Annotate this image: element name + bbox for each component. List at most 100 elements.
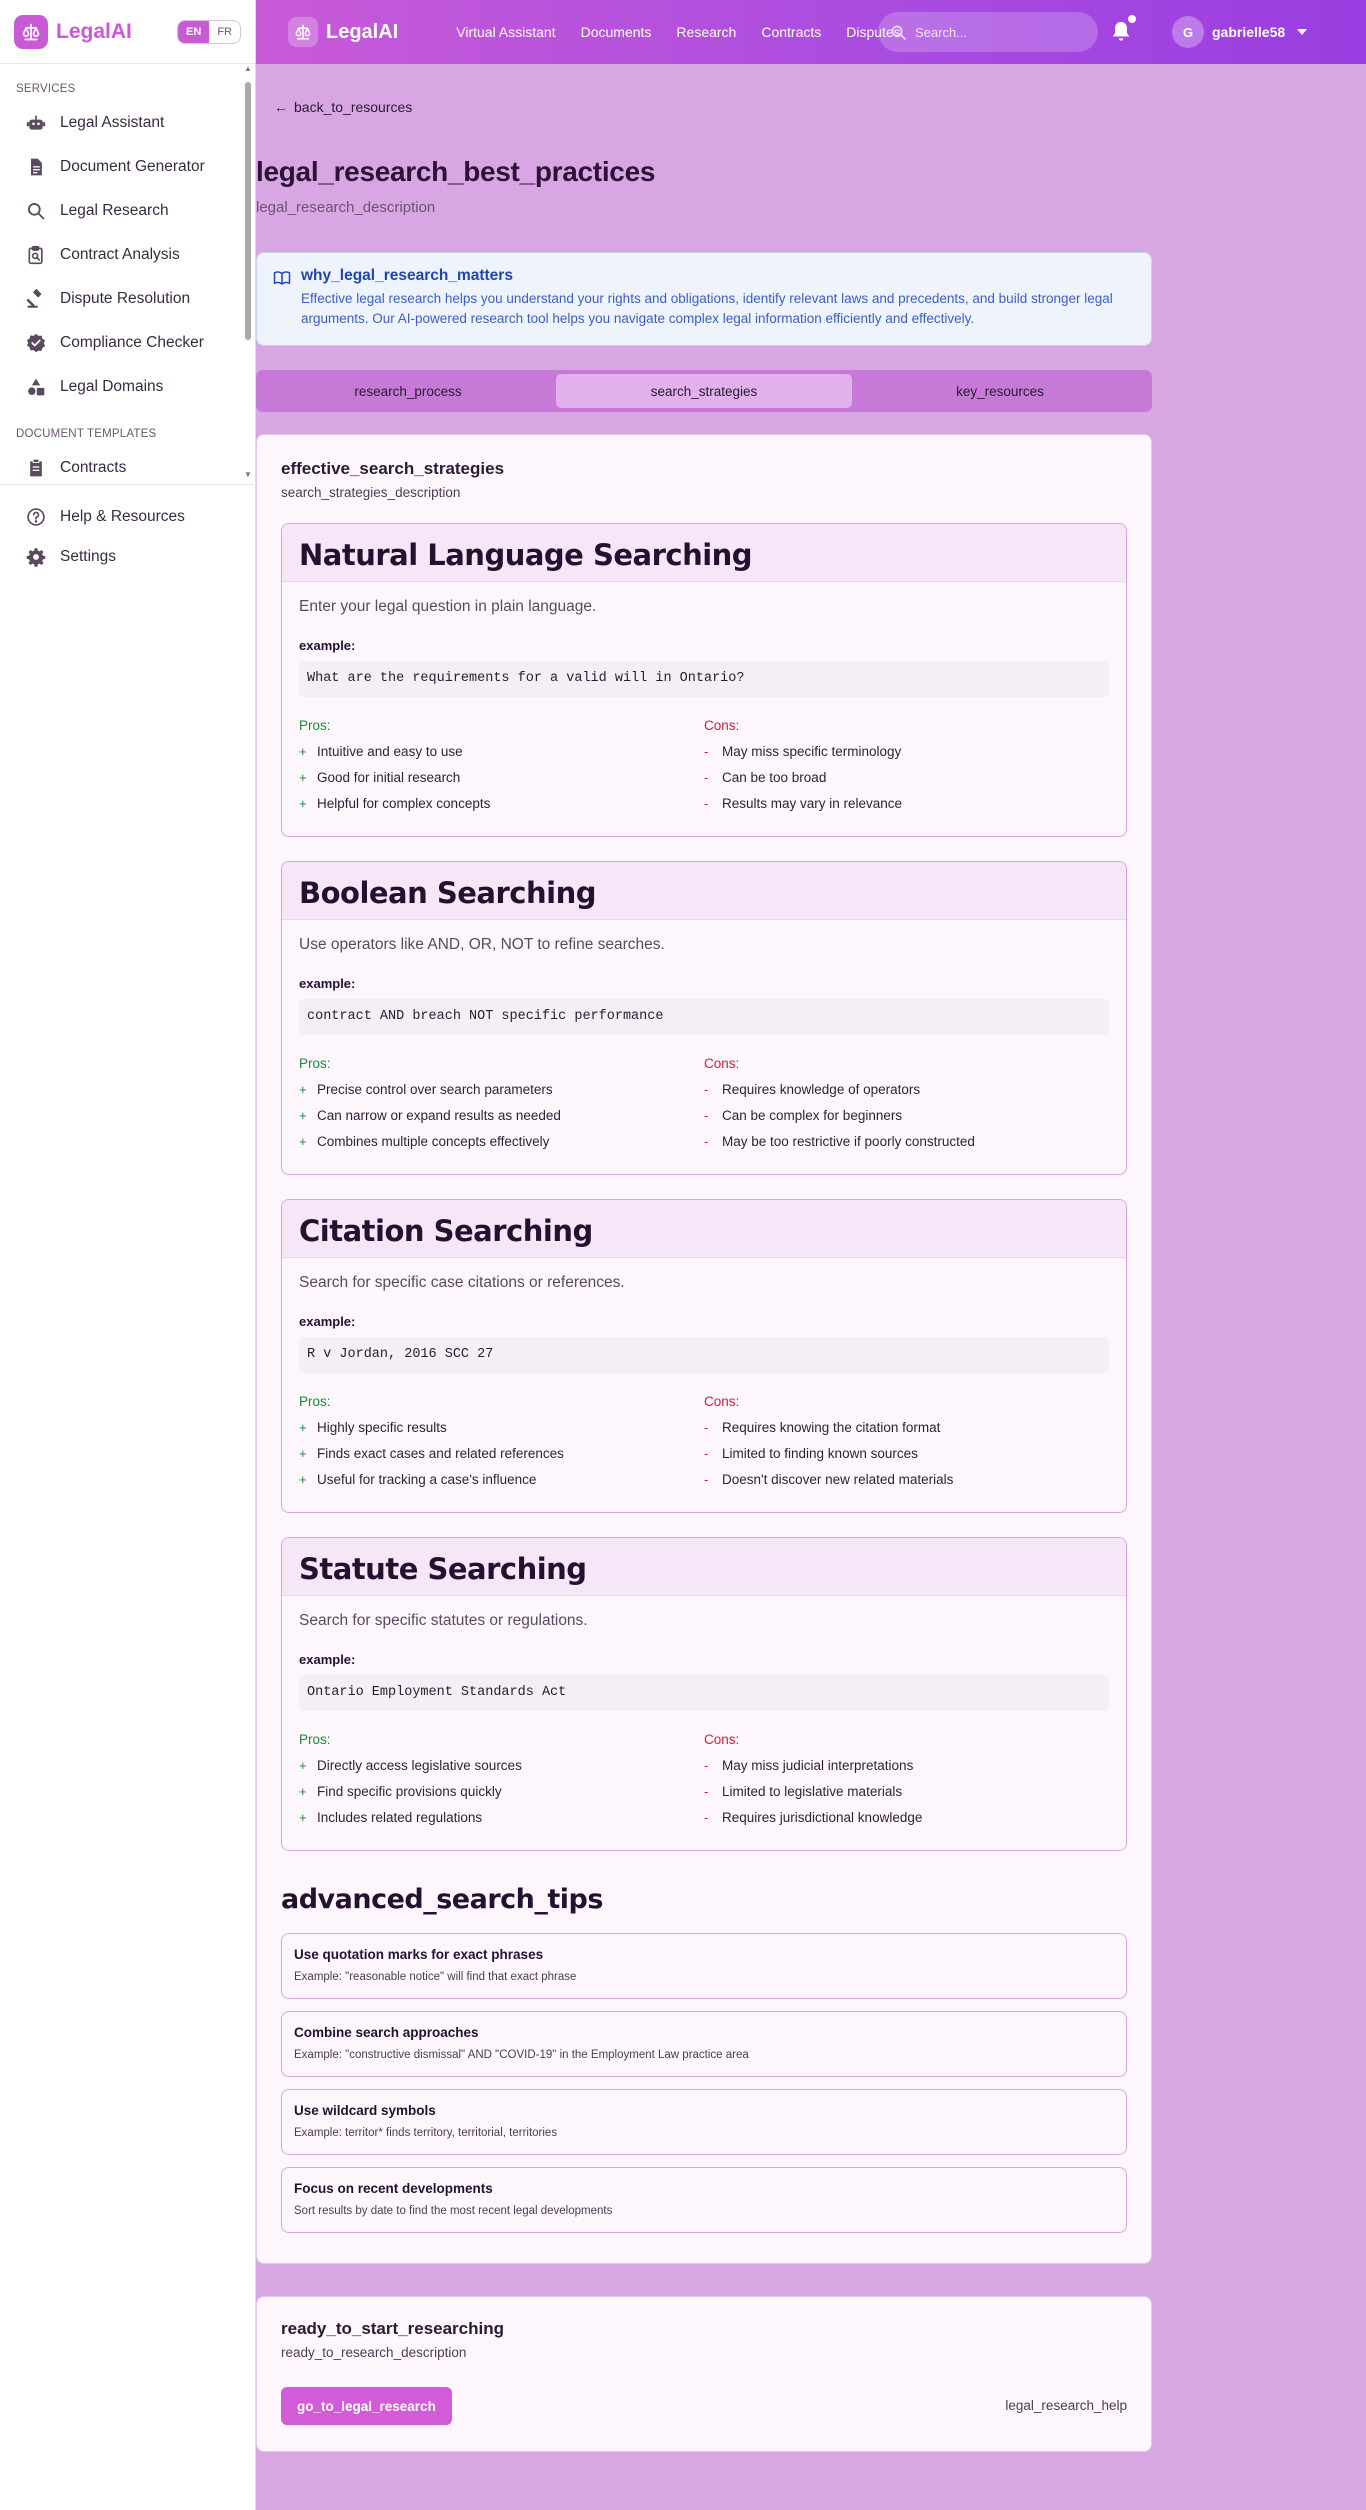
con-item: - Limited to finding known sources (704, 1446, 1109, 1461)
nav-link-documents[interactable]: Documents (581, 24, 652, 40)
sidebar-nav: SERVICES Legal Assistant Document Genera… (0, 64, 256, 484)
sidebar-item-dispute-resolution[interactable]: Dispute Resolution (0, 277, 256, 321)
plus-icon: + (299, 770, 307, 785)
strategy-card-natural-language: Natural Language Searching Enter your le… (281, 523, 1127, 837)
sidebar-item-help-resources[interactable]: Help & Resources (0, 497, 256, 537)
back-link[interactable]: ← back_to_resources (274, 99, 412, 115)
language-toggle: EN FR (177, 19, 241, 44)
nav-link-research[interactable]: Research (676, 24, 736, 40)
minus-icon: - (704, 1758, 709, 1773)
search-input[interactable] (915, 24, 1085, 40)
pro-item: + Can narrow or expand results as needed (299, 1108, 704, 1123)
info-callout: why_legal_research_matters Effective leg… (256, 252, 1152, 346)
cons-heading: Cons: (704, 1394, 740, 1409)
lang-option-en[interactable]: EN (178, 20, 210, 43)
pro-text: Precise control over search parameters (317, 1082, 553, 1097)
page-title: legal_research_best_practices (256, 156, 656, 187)
sidebar-item-compliance-checker[interactable]: Compliance Checker (0, 321, 256, 365)
example-code: contract AND breach NOT specific perform… (299, 999, 1109, 1035)
nav-link-virtual-assistant[interactable]: Virtual Assistant (456, 24, 555, 40)
example-code: R v Jordan, 2016 SCC 27 (299, 1337, 1109, 1373)
username[interactable]: gabrielle58 (1212, 24, 1285, 40)
tab-search-strategies[interactable]: search_strategies (556, 374, 852, 408)
pro-item: + Finds exact cases and related reference… (299, 1446, 704, 1461)
cta-help-text: legal_research_help (1005, 2398, 1127, 2413)
example-code: Ontario Employment Standards Act (299, 1675, 1109, 1711)
sidebar-scrollbar[interactable]: ▲ ▼ (243, 64, 253, 484)
sidebar-item-legal-assistant[interactable]: Legal Assistant (0, 101, 256, 145)
cons-list: Cons: - Requires knowing the citation for… (704, 1394, 1109, 1487)
cta-description: ready_to_research_description (281, 2345, 467, 2360)
navbar-app-name[interactable]: LegalAI (326, 21, 398, 44)
tab-research-process[interactable]: research_process (260, 374, 556, 408)
user-menu[interactable]: G gabrielle58 (1172, 16, 1308, 48)
shapes-icon (28, 378, 45, 396)
search-icon (28, 203, 45, 220)
card-title: effective_search_strategies (281, 459, 505, 478)
minus-icon: - (704, 1446, 709, 1461)
pro-text: Finds exact cases and related references (317, 1446, 564, 1461)
scrollbar-thumb[interactable] (245, 82, 251, 340)
example-label: example: (299, 638, 356, 653)
sidebar-item-legal-domains[interactable]: Legal Domains (0, 365, 256, 409)
sidebar-item-settings[interactable]: Settings (0, 537, 256, 577)
tab-key-resources[interactable]: key_resources (852, 374, 1148, 408)
plus-icon: + (299, 1784, 307, 1799)
minus-icon: - (704, 1810, 709, 1825)
go-to-legal-research-button[interactable]: go_to_legal_research (281, 2387, 452, 2425)
con-item: - Requires jurisdictional knowledge (704, 1810, 1109, 1825)
cons-heading: Cons: (704, 1732, 740, 1747)
scroll-down-arrow-icon[interactable]: ▼ (244, 470, 252, 479)
top-navbar: LegalAI Virtual Assistant Documents Rese… (256, 0, 1366, 64)
search-box (878, 12, 1098, 52)
minus-icon: - (704, 1472, 709, 1487)
clipboard-icon (30, 459, 42, 477)
app-name[interactable]: LegalAI (56, 20, 132, 44)
avatar[interactable]: G (1172, 16, 1204, 48)
lang-option-fr[interactable]: FR (209, 21, 240, 43)
pro-text: Directly access legislative sources (317, 1758, 522, 1773)
tip-example: Example: territor* finds territory, terr… (294, 2127, 558, 2139)
con-item: - Doesn't discover new related materials (704, 1472, 1109, 1487)
bell-icon[interactable] (1110, 20, 1132, 42)
tip-example: Example: "reasonable notice" will find t… (294, 1971, 577, 1983)
clipboard-search-icon (28, 245, 43, 265)
pro-item: + Helpful for complex concepts (299, 796, 704, 811)
sidebar-item-contracts[interactable]: Contracts (0, 446, 256, 484)
search-strategies-card: effective_search_strategies search_strat… (256, 434, 1152, 2264)
strategy-header: Boolean Searching (282, 862, 1126, 920)
con-text: May be too restrictive if poorly constru… (722, 1134, 975, 1149)
strategy-name: Natural Language Searching (299, 538, 753, 572)
sidebar-item-legal-research[interactable]: Legal Research (0, 189, 256, 233)
minus-icon: - (704, 1082, 709, 1097)
strategy-name: Statute Searching (299, 1552, 587, 1586)
scales-logo-icon[interactable] (14, 14, 48, 49)
con-item: - Requires knowing the citation format (704, 1420, 1109, 1435)
con-item: - May miss specific terminology (704, 744, 1109, 759)
pro-text: Intuitive and easy to use (317, 744, 463, 759)
cta-title: ready_to_start_researching (281, 2319, 505, 2338)
sidebar-item-label: Compliance Checker (60, 334, 204, 351)
strategy-header: Statute Searching (282, 1538, 1126, 1596)
scales-logo-icon[interactable] (288, 17, 318, 47)
tip-title: Combine search approaches (294, 2025, 479, 2040)
pros-list: Pros: + Intuitive and easy to use + Good f… (299, 718, 704, 811)
nav-link-contracts[interactable]: Contracts (761, 24, 821, 40)
minus-icon: - (704, 1108, 709, 1123)
plus-icon: + (299, 796, 307, 811)
pro-text: Find specific provisions quickly (317, 1784, 502, 1799)
plus-icon: + (299, 1472, 307, 1487)
strategy-description: Use operators like AND, OR, NOT to refin… (299, 936, 665, 953)
cons-list: Cons: - May miss specific terminology - Ca… (704, 718, 1109, 811)
sidebar-item-document-generator[interactable]: Document Generator (0, 145, 256, 189)
sidebar-item-label: Dispute Resolution (60, 290, 191, 307)
strategy-name: Boolean Searching (299, 876, 596, 910)
chevron-down-icon[interactable] (1297, 29, 1308, 35)
sidebar-item-contract-analysis[interactable]: Contract Analysis (0, 233, 256, 277)
pros-heading: Pros: (299, 1056, 331, 1071)
scroll-up-arrow-icon[interactable]: ▲ (244, 64, 252, 73)
help-circle-icon (27, 508, 45, 526)
notification-dot (1128, 15, 1136, 23)
cons-list: Cons: - May miss judicial interpretations… (704, 1732, 1109, 1825)
cons-list: Cons: - Requires knowledge of operators -… (704, 1056, 1109, 1149)
